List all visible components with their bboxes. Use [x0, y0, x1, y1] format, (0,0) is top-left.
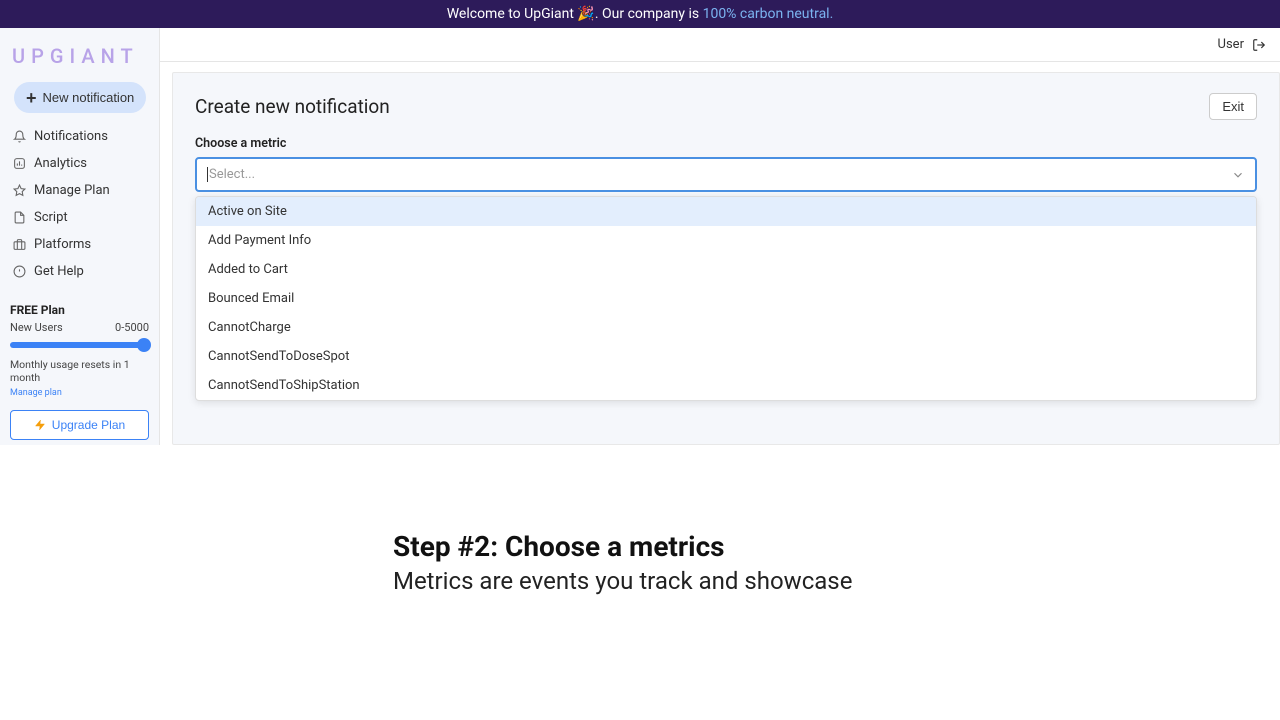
user-label[interactable]: User	[1218, 37, 1244, 52]
upgrade-plan-button[interactable]: Upgrade Plan	[10, 410, 149, 440]
tutorial-heading: Step #2: Choose a metrics	[393, 530, 852, 563]
welcome-banner: Welcome to UpGiant 🎉. Our company is 100…	[0, 0, 1280, 28]
new-notification-button[interactable]: + New notification	[14, 82, 146, 113]
dropdown-option[interactable]: Added to Cart	[196, 255, 1256, 284]
banner-text: Welcome to UpGiant 🎉. Our company is	[447, 6, 703, 22]
plan-metric-value: 0-5000	[115, 321, 149, 334]
plan-metric-label: New Users	[10, 321, 63, 334]
dropdown-option[interactable]: CannotSendToDoseSpot	[196, 342, 1256, 371]
nav-label: Notifications	[34, 129, 108, 144]
slider-thumb[interactable]	[137, 338, 151, 352]
platforms-icon	[12, 238, 26, 252]
nav-label: Get Help	[34, 264, 84, 279]
sidebar-item-script[interactable]: Script	[8, 204, 151, 231]
plan-section: FREE Plan New Users 0-5000 Monthly usage…	[8, 303, 151, 440]
nav-label: Analytics	[34, 156, 87, 171]
dropdown-option[interactable]: CannotCharge	[196, 313, 1256, 342]
logo: UPGIANT	[8, 36, 151, 82]
metric-field-label: Choose a metric	[195, 136, 1257, 151]
metric-dropdown[interactable]: Active on Site Add Payment Info Added to…	[195, 196, 1257, 401]
dropdown-option[interactable]: Bounced Email	[196, 284, 1256, 313]
sidebar-item-notifications[interactable]: Notifications	[8, 123, 151, 150]
metric-select[interactable]: Select...	[195, 157, 1257, 192]
new-notification-label: New notification	[43, 90, 135, 105]
dropdown-option[interactable]: CannotSendToShipStation	[196, 371, 1256, 400]
plan-title: FREE Plan	[10, 303, 149, 317]
bell-icon	[12, 130, 26, 144]
bolt-icon	[34, 419, 46, 431]
main-area: User Create new notification Exit Choose…	[160, 28, 1280, 445]
dropdown-option[interactable]: Active on Site	[196, 197, 1256, 226]
carbon-neutral-link[interactable]: 100% carbon neutral.	[703, 6, 834, 22]
upgrade-label: Upgrade Plan	[52, 418, 125, 432]
help-icon	[12, 265, 26, 279]
content-panel: Create new notification Exit Choose a me…	[172, 72, 1280, 445]
exit-button[interactable]: Exit	[1209, 93, 1257, 120]
sidebar-item-manage-plan[interactable]: Manage Plan	[8, 177, 151, 204]
select-placeholder: Select...	[207, 167, 255, 182]
logout-icon[interactable]	[1252, 38, 1266, 52]
tutorial-overlay: Step #2: Choose a metrics Metrics are ev…	[393, 530, 852, 595]
chart-icon	[12, 157, 26, 171]
usage-slider[interactable]	[10, 342, 149, 348]
nav-label: Manage Plan	[34, 183, 110, 198]
nav-label: Platforms	[34, 237, 91, 252]
page-title: Create new notification	[195, 95, 390, 118]
star-icon	[12, 184, 26, 198]
sidebar-item-analytics[interactable]: Analytics	[8, 150, 151, 177]
sidebar-item-get-help[interactable]: Get Help	[8, 258, 151, 285]
nav-label: Script	[34, 210, 68, 225]
topbar: User	[160, 28, 1280, 62]
chevron-down-icon	[1231, 168, 1245, 182]
manage-plan-link[interactable]: Manage plan	[10, 388, 149, 398]
plus-icon: +	[26, 91, 37, 105]
tutorial-subtext: Metrics are events you track and showcas…	[393, 567, 852, 595]
plan-reset-note: Monthly usage resets in 1 month	[10, 358, 149, 384]
script-icon	[12, 211, 26, 225]
sidebar: UPGIANT + New notification Notifications…	[0, 28, 160, 445]
sidebar-item-platforms[interactable]: Platforms	[8, 231, 151, 258]
dropdown-option[interactable]: Add Payment Info	[196, 226, 1256, 255]
